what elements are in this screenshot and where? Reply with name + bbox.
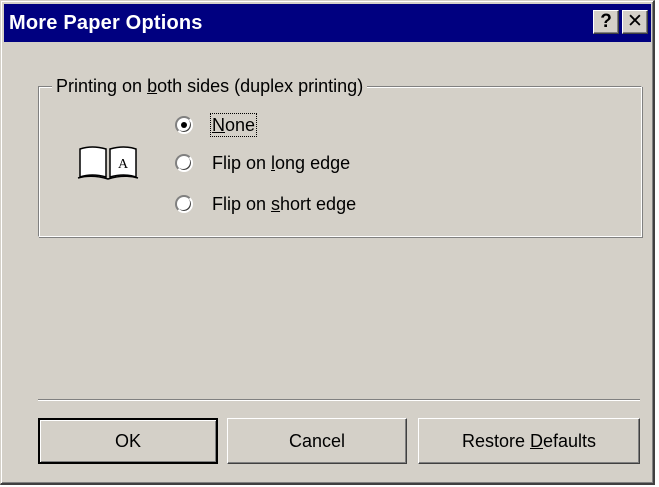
duplex-option-short-edge[interactable]: Flip on short edge <box>175 191 357 217</box>
svg-text:A: A <box>118 157 129 172</box>
duplex-option-none[interactable]: None <box>175 112 258 138</box>
duplex-option-label: Flip on short edge <box>212 194 357 214</box>
more-paper-options-dialog: More Paper Options ? ✕ Printing on both … <box>0 0 655 485</box>
duplex-group-label: Printing on both sides (duplex printing) <box>52 75 368 97</box>
help-icon: ? <box>600 11 612 32</box>
radio-none[interactable] <box>175 116 193 134</box>
window-title: More Paper Options <box>9 12 203 34</box>
ok-button[interactable]: OK <box>38 418 218 464</box>
close-icon: ✕ <box>627 11 643 32</box>
close-button[interactable]: ✕ <box>622 10 648 34</box>
help-button[interactable]: ? <box>593 10 619 34</box>
duplex-option-label: None <box>209 113 258 137</box>
title-bar[interactable]: More Paper Options ? ✕ <box>4 4 651 42</box>
cancel-button[interactable]: Cancel <box>227 418 407 464</box>
radio-long-edge[interactable] <box>175 154 193 172</box>
duplex-option-label: Flip on long edge <box>212 153 351 173</box>
duplex-option-long-edge[interactable]: Flip on long edge <box>175 150 351 176</box>
radio-short-edge[interactable] <box>175 195 193 213</box>
button-separator <box>38 399 640 401</box>
book-duplex-icon: A <box>77 146 139 180</box>
restore-defaults-button[interactable]: Restore Defaults <box>418 418 640 464</box>
